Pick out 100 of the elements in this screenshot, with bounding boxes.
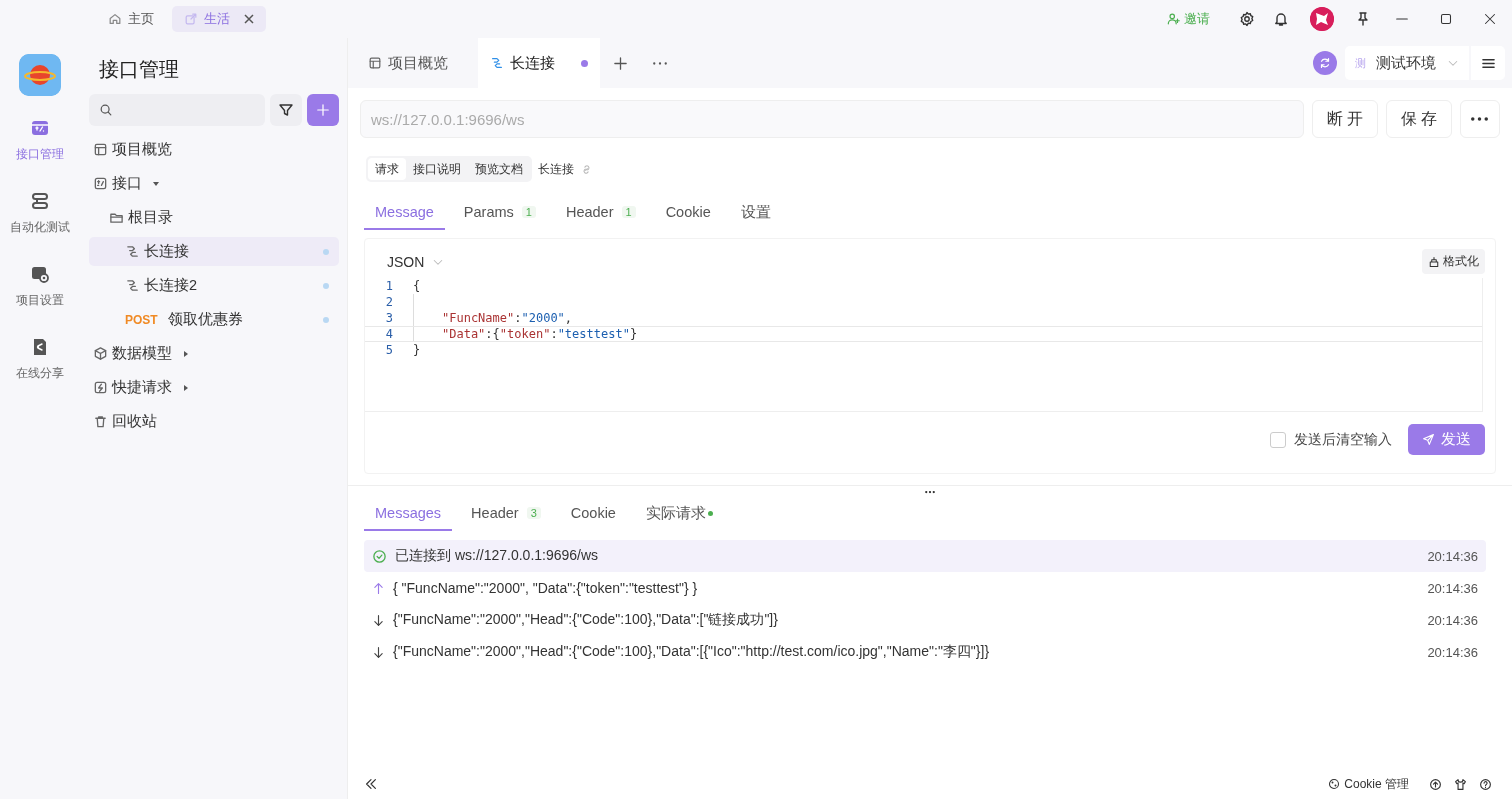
- close-icon[interactable]: [244, 14, 254, 24]
- document-tab[interactable]: 项目概览: [356, 38, 478, 88]
- code-line: "Data":{"token":"testtest"}: [413, 327, 638, 341]
- sync-button[interactable]: [1313, 51, 1337, 75]
- server-stack-icon: [30, 191, 50, 211]
- bolt-icon: [93, 380, 108, 395]
- more-icon: [1471, 117, 1488, 121]
- home-icon: [108, 12, 122, 26]
- api-name: 长连接: [538, 160, 574, 178]
- nav-item[interactable]: 自动化测试: [10, 191, 70, 236]
- request-tab[interactable]: Message: [364, 196, 445, 230]
- brush-icon: [1428, 255, 1440, 268]
- line-number: 3: [384, 311, 394, 325]
- unsaved-dot: [581, 59, 588, 67]
- cookie-icon: [1328, 778, 1341, 790]
- request-tab[interactable]: 设置: [729, 196, 782, 230]
- request-tab[interactable]: Params 1: [452, 196, 547, 230]
- nav-item[interactable]: 在线分享: [16, 337, 64, 382]
- nav-item[interactable]: 项目设置: [16, 264, 64, 309]
- code-line: }: [413, 342, 421, 358]
- double-chevron-left-icon: [364, 777, 378, 791]
- menu-button[interactable]: [1471, 46, 1505, 80]
- sync-icon: [1318, 56, 1332, 70]
- api-icon: [93, 176, 108, 191]
- request-tab[interactable]: Cookie: [654, 196, 722, 230]
- tree-item[interactable]: 接口: [89, 169, 339, 198]
- window-tab[interactable]: 主页: [96, 6, 166, 32]
- checkbox[interactable]: [1270, 431, 1286, 448]
- link-icon: [580, 162, 593, 176]
- database-gear-icon: [30, 264, 50, 284]
- layout-icon: [368, 56, 382, 70]
- trash-icon: [93, 414, 108, 429]
- send-icon: [1422, 433, 1435, 446]
- check-circle-icon: [372, 548, 387, 564]
- close-icon: [1484, 13, 1496, 25]
- nav-item[interactable]: 接口管理: [16, 118, 64, 163]
- settings-icon: [1239, 11, 1255, 27]
- format-button[interactable]: 格式化: [1422, 249, 1485, 274]
- message-row: { "FuncName":"2000", "Data":{"token":"testtest"} } 20:14:36: [364, 572, 1486, 604]
- tree-item[interactable]: 长连接2: [89, 271, 339, 300]
- request-tab[interactable]: Header 1: [554, 196, 647, 230]
- response-tab[interactable]: Messages: [364, 497, 453, 531]
- action-button[interactable]: 断 开: [1312, 100, 1378, 138]
- mode-tab[interactable]: 请求: [368, 158, 406, 180]
- status-dot: [323, 316, 329, 323]
- environment-select[interactable]: 测 测试环境: [1345, 46, 1469, 80]
- code-line: {: [413, 278, 421, 294]
- maximize-icon: [1440, 13, 1452, 25]
- message-row: 已连接到 ws://127.0.0.1:9696/ws 20:14:36: [364, 540, 1486, 572]
- shirt-icon: [1454, 777, 1467, 791]
- tree-item[interactable]: 根目录: [89, 203, 339, 232]
- external-link-icon: [184, 12, 198, 26]
- plus-icon: [316, 103, 330, 117]
- add-user-icon: [1167, 12, 1181, 26]
- link-arrows-icon: [125, 278, 140, 293]
- tree-item[interactable]: 项目概览: [89, 135, 339, 164]
- line-number: 4: [384, 327, 394, 341]
- avatar[interactable]: [1310, 7, 1334, 31]
- line-number: 5: [384, 343, 394, 357]
- status-dot: [323, 248, 329, 255]
- link-arrows-icon: [125, 244, 140, 259]
- panel-title: 接口管理: [98, 57, 180, 82]
- search-field[interactable]: [89, 94, 265, 126]
- tree-item[interactable]: POST 领取优惠券: [89, 305, 339, 334]
- format-select[interactable]: JSON: [387, 253, 445, 270]
- response-tab[interactable]: Header 3: [460, 497, 552, 531]
- response-tab[interactable]: 实际请求: [634, 497, 724, 531]
- app-logo: [19, 54, 61, 96]
- response-tab[interactable]: Cookie: [559, 497, 627, 531]
- more-icon: [653, 61, 667, 65]
- action-button[interactable]: 保 存: [1386, 100, 1452, 138]
- plus-icon: [612, 55, 628, 71]
- line-number: 1: [384, 279, 394, 293]
- cookie-button[interactable]: Cookie 管理: [1328, 775, 1409, 793]
- tree-item[interactable]: 快捷请求: [89, 373, 339, 402]
- mode-tab[interactable]: 接口说明: [406, 158, 468, 180]
- add-button[interactable]: [307, 94, 339, 126]
- message-row: {"FuncName":"2000","Head":{"Code":100},"Data":["链接成功"]} 20:14:36: [364, 604, 1486, 636]
- tree-item[interactable]: 长连接: [89, 237, 339, 266]
- collapse-button[interactable]: [364, 777, 378, 791]
- search-icon: [99, 103, 113, 117]
- more-button[interactable]: [1460, 100, 1500, 138]
- checkbox-label: 发送后清空输入: [1294, 430, 1392, 449]
- filter-icon: [278, 102, 294, 118]
- tree-item[interactable]: 数据模型: [89, 339, 339, 368]
- code-line: "FuncName":"2000",: [413, 310, 573, 326]
- document-tab[interactable]: 长连接: [478, 38, 600, 88]
- link-arrows-icon: [490, 56, 504, 70]
- filter-button[interactable]: [270, 94, 302, 126]
- arrow-up-icon: [372, 581, 385, 595]
- line-number: 2: [384, 295, 394, 309]
- mode-tab[interactable]: 预览文档: [468, 158, 530, 180]
- status-dot: [323, 282, 329, 289]
- tree-item[interactable]: 回收站: [89, 407, 339, 436]
- api-icon: [30, 118, 50, 138]
- method-label: POST: [125, 312, 158, 327]
- cube-icon: [93, 346, 108, 361]
- arrow-down-icon: [372, 645, 385, 659]
- arrow-down-icon: [372, 613, 385, 627]
- upload-icon: [1429, 777, 1442, 791]
